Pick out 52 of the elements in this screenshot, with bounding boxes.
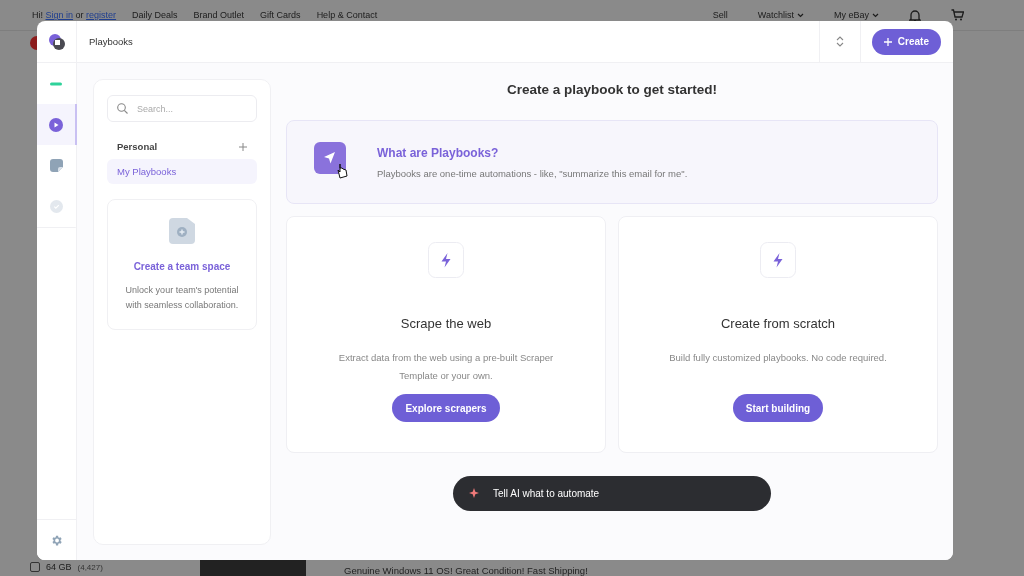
folder-plus-icon [169,218,195,244]
note-icon [49,159,63,172]
greeting-text: Hi! Sign in or register [32,10,117,20]
info-title: What are Playbooks? [377,145,500,160]
team-space-title: Create a team space [133,261,231,272]
search-field[interactable]: Search... [107,95,257,122]
card-button[interactable]: Start building [732,394,824,422]
send-cursor-icon [314,142,350,182]
cart-icon [951,9,964,21]
nav-link[interactable]: Brand Outlet [193,10,245,20]
nav-link[interactable]: Watchlist [757,10,794,20]
create-button[interactable]: Create [871,28,941,55]
ai-prompt-button[interactable]: Tell AI what to automate [453,476,771,511]
listing-title[interactable]: Genuine Windows 11 OS! Great Condition! Fast Shipping! [344,565,588,576]
nav-link[interactable]: My eBay [834,10,869,20]
chevron-down-icon [872,12,879,18]
section-label: Personal [117,141,158,152]
plus-icon[interactable] [239,142,247,151]
nav-link[interactable]: Daily Deals [132,10,178,20]
lightning-icon [428,242,464,278]
settings-icon[interactable] [50,533,63,547]
dash-icon [50,81,62,86]
plus-icon [883,37,892,46]
filter-label: 64 GB [46,562,72,572]
nav-link[interactable]: Gift Cards [260,10,301,20]
info-description: Playbooks are one-time automations - like, "summarize this email for me". [377,167,688,179]
sidebar-item[interactable]: My Playbooks [107,159,257,184]
sign-in-link[interactable]: Sign in [45,10,74,20]
chevron-down-icon [797,12,804,18]
expand-collapse-icon [835,36,844,47]
check-circle-icon [49,200,63,213]
page-heading: Create a playbook to get started! [506,82,718,97]
app-logo-icon [47,32,66,51]
card-description: Build fully customized playbooks. No code required. [668,351,888,365]
filter-count: (4,427) [77,562,103,572]
window-title: Playbooks [89,36,133,47]
register-link[interactable]: register [86,10,117,20]
bell-icon [909,8,921,22]
card-button[interactable]: Explore scrapers [392,394,500,422]
search-input[interactable]: Search... [137,103,247,114]
card-title: Create from scratch [720,316,836,331]
lightning-icon [760,242,796,278]
card-title: Scrape the web [400,316,492,331]
sparkle-icon [469,488,480,499]
card-description: Extract data from the web using a pre-built Scraper Template or your own. [337,351,555,383]
checkbox[interactable] [30,562,40,572]
team-space-card[interactable]: Create a team space Unlock your team's potential with seamless collaboration. [107,199,257,330]
nav-link[interactable]: Help & Contact [316,10,378,20]
play-icon [49,117,63,132]
nav-link[interactable]: Sell [712,10,728,20]
team-space-description: Unlock your team's potential with seamless collaboration. [124,284,240,312]
search-icon [117,103,128,114]
